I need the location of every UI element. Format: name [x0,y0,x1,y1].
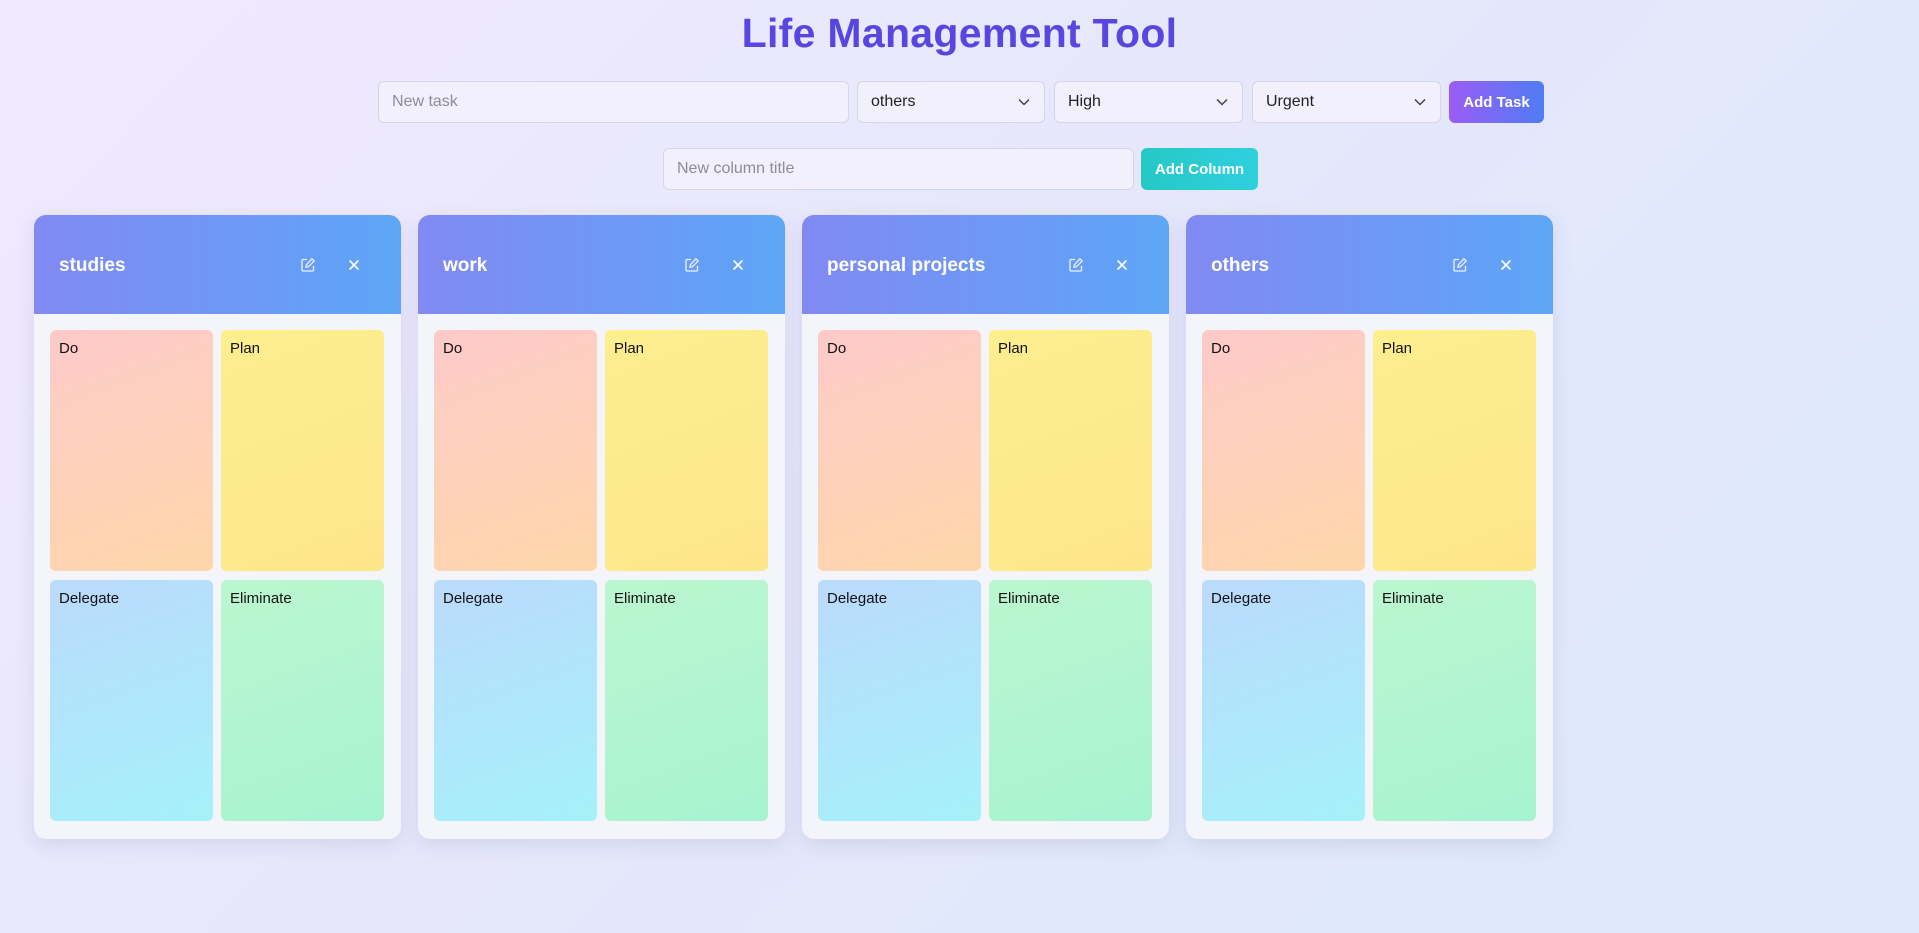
quadrant-label: Do [827,340,847,357]
column-title: personal projects [827,255,986,276]
priority-value: High [1068,93,1101,110]
close-icon [348,258,360,276]
quadrant-label: Eliminate [230,590,292,607]
quadrant-plan[interactable]: Plan [605,330,768,571]
quadrant-label: Do [59,340,79,357]
column-work: work Do Plan Delegate Eliminate [418,215,785,839]
delete-column-button[interactable] [1494,255,1518,279]
add-task-button[interactable]: Add Task [1449,81,1544,123]
chevron-down-icon [1413,95,1427,109]
edit-column-button[interactable] [680,255,704,279]
quadrant-delegate[interactable]: Delegate [50,580,213,821]
column-title: others [1211,255,1270,276]
chevron-down-icon [1017,95,1031,109]
quadrant-eliminate[interactable]: Eliminate [221,580,384,821]
quadrant-label: Plan [1382,340,1413,357]
delete-column-button[interactable] [342,255,366,279]
quadrant-delegate[interactable]: Delegate [434,580,597,821]
new-column-placeholder: New column title [677,160,795,177]
quadrant-do[interactable]: Do [818,330,981,571]
delete-column-button[interactable] [726,255,750,279]
new-column-input[interactable]: New column title [663,148,1134,190]
column-header: personal projects [802,215,1169,314]
quadrant-do[interactable]: Do [434,330,597,571]
quadrant-eliminate[interactable]: Eliminate [605,580,768,821]
quadrant-plan[interactable]: Plan [1373,330,1536,571]
quadrant-do[interactable]: Do [50,330,213,571]
column-header: studies [34,215,401,314]
column-personal-projects: personal projects Do Plan Delegate Elimi… [802,215,1169,839]
urgency-value: Urgent [1266,93,1315,110]
edit-column-button[interactable] [296,255,320,279]
new-task-input[interactable]: New task [378,81,849,123]
category-value: others [871,93,916,110]
quadrant-label: Delegate [1211,590,1272,607]
page-title: Life Management Tool [741,10,1178,56]
column-others: others Do Plan Delegate Eliminate [1186,215,1553,839]
urgency-select[interactable]: Urgent [1252,81,1441,123]
quadrant-label: Eliminate [998,590,1060,607]
delete-column-button[interactable] [1110,255,1134,279]
quadrant-eliminate[interactable]: Eliminate [1373,580,1536,821]
close-icon [1500,258,1512,276]
column-title: work [443,255,488,276]
new-task-placeholder: New task [392,93,458,110]
add-column-button[interactable]: Add Column [1141,148,1258,190]
edit-icon [1452,257,1468,278]
quadrant-delegate[interactable]: Delegate [818,580,981,821]
column-header: others [1186,215,1553,314]
quadrant-label: Eliminate [1382,590,1444,607]
priority-select[interactable]: High [1054,81,1243,123]
quadrant-label: Delegate [443,590,504,607]
quadrant-label: Eliminate [614,590,676,607]
edit-icon [684,257,700,278]
quadrant-plan[interactable]: Plan [989,330,1152,571]
quadrant-label: Delegate [827,590,888,607]
quadrant-label: Do [443,340,463,357]
close-icon [732,258,744,276]
column-studies: studies Do Plan Delegate Eliminate [34,215,401,839]
close-icon [1116,258,1128,276]
edit-column-button[interactable] [1448,255,1472,279]
column-header: work [418,215,785,314]
quadrant-delegate[interactable]: Delegate [1202,580,1365,821]
category-select[interactable]: others [857,81,1045,123]
quadrant-label: Plan [998,340,1029,357]
edit-column-button[interactable] [1064,255,1088,279]
quadrant-plan[interactable]: Plan [221,330,384,571]
quadrant-do[interactable]: Do [1202,330,1365,571]
column-title: studies [59,255,126,276]
edit-icon [1068,257,1084,278]
quadrant-eliminate[interactable]: Eliminate [989,580,1152,821]
chevron-down-icon [1215,95,1229,109]
quadrant-label: Plan [614,340,645,357]
quadrant-label: Plan [230,340,261,357]
quadrant-label: Delegate [59,590,120,607]
edit-icon [300,257,316,278]
quadrant-label: Do [1211,340,1231,357]
